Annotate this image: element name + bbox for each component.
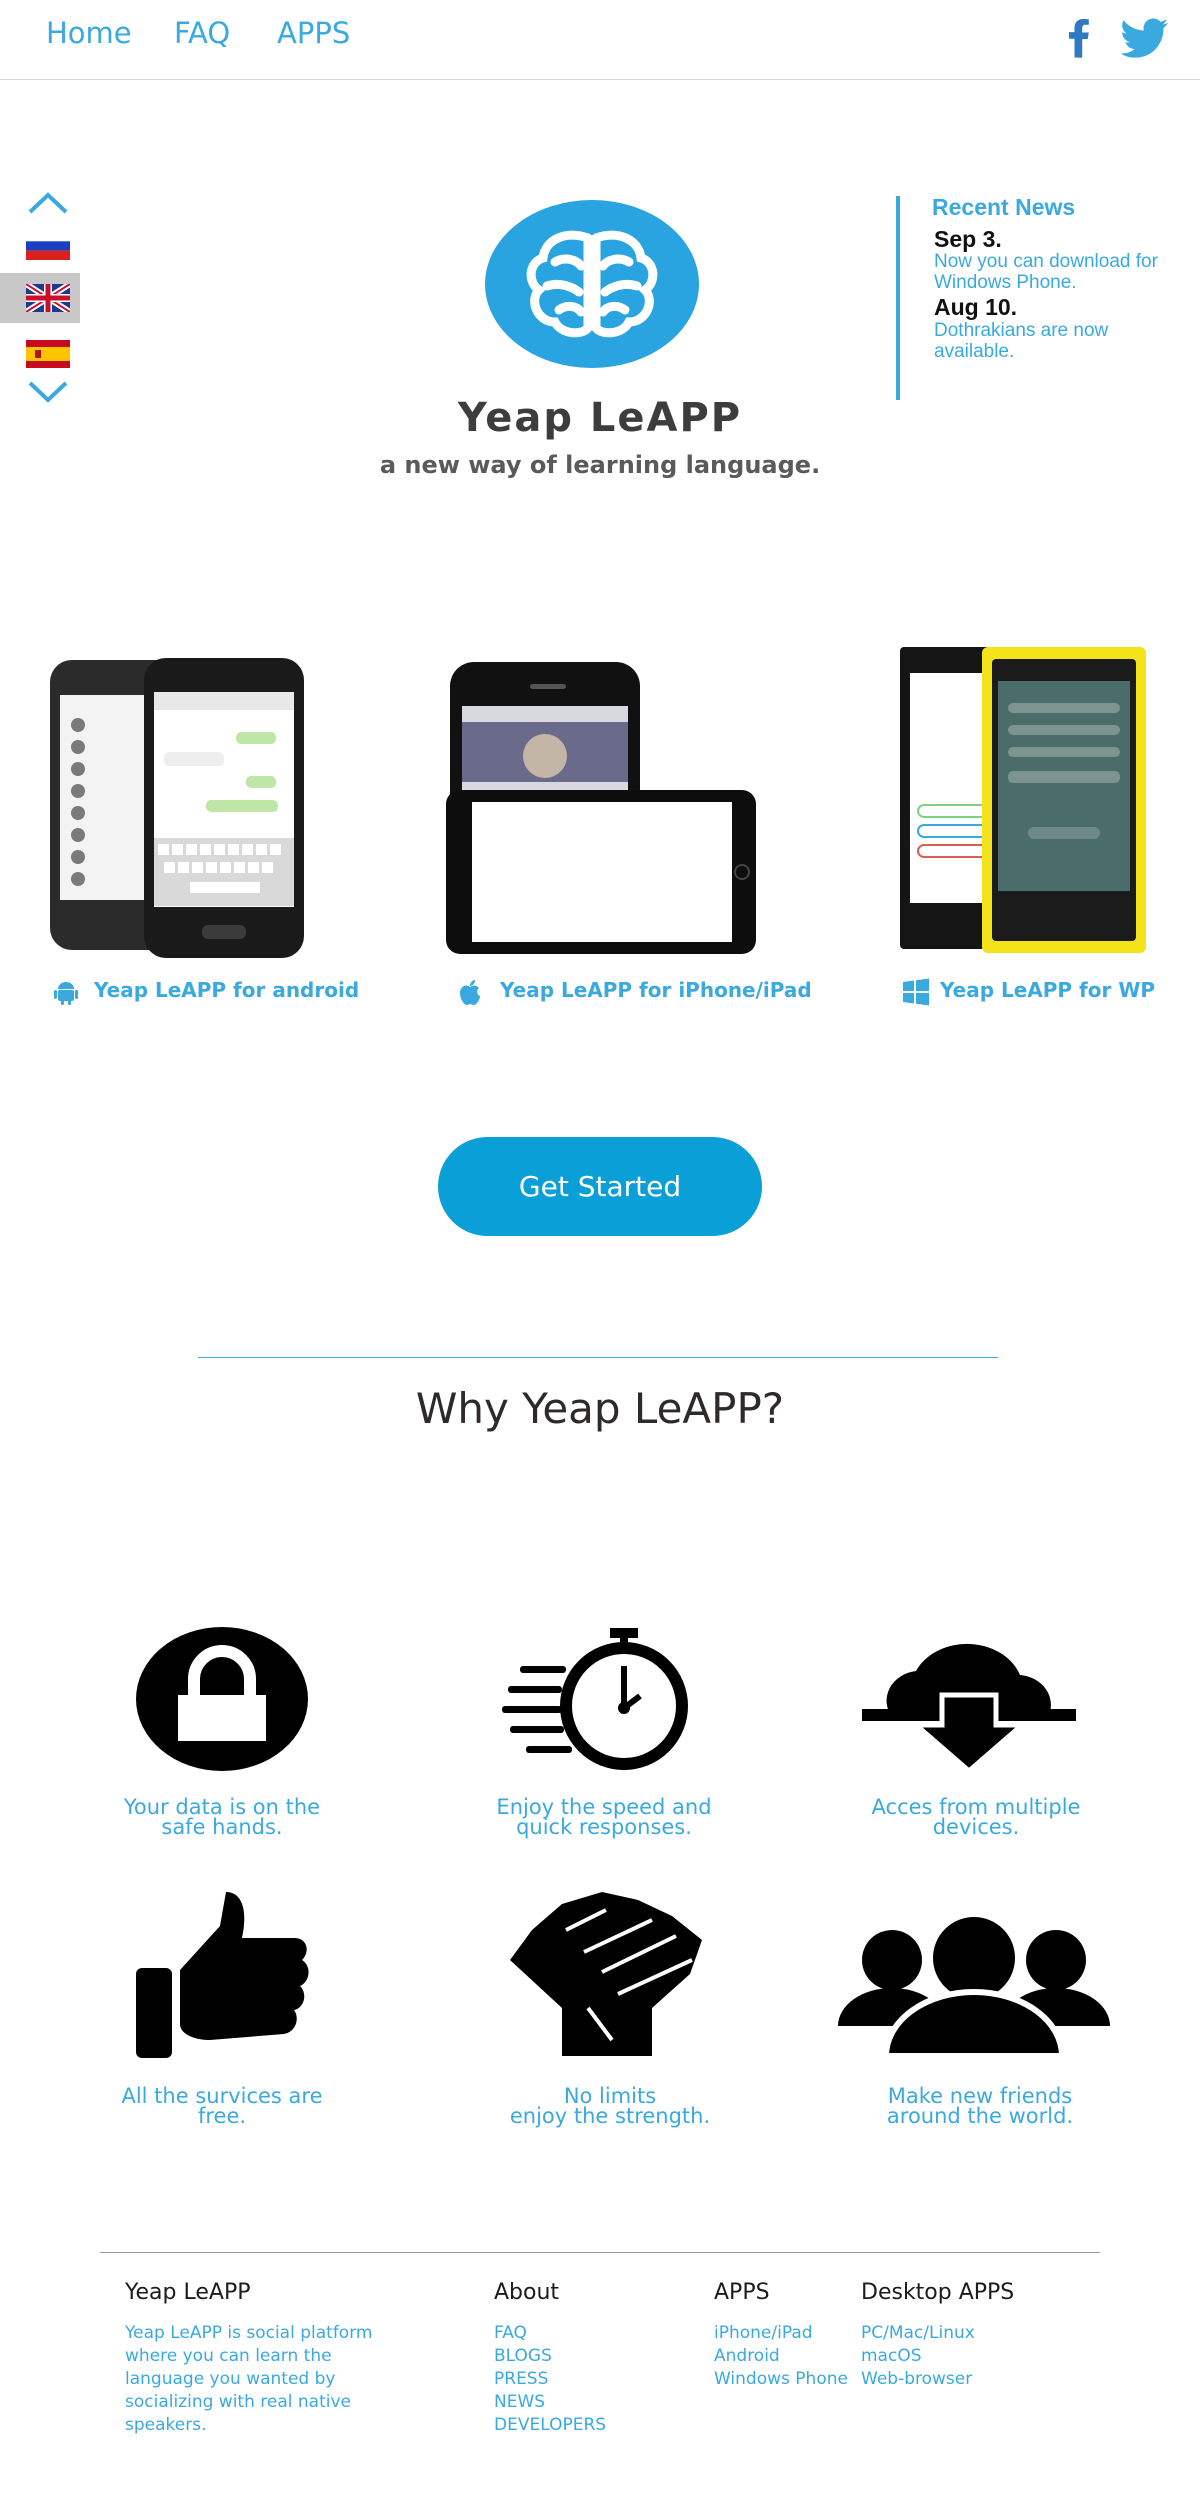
footer-link-developers[interactable]: DEVELOPERS	[494, 2414, 606, 2437]
android-app-link[interactable]: Yeap LeAPP for android	[94, 978, 359, 1002]
thumbs-up-icon	[136, 1892, 309, 2058]
stopwatch-icon	[502, 1628, 688, 1770]
fist-icon	[510, 1892, 702, 2056]
footer-link-iphone[interactable]: iPhone/iPad	[714, 2322, 813, 2345]
footer-link-macos[interactable]: macOS	[861, 2345, 922, 2368]
section-divider	[198, 1357, 998, 1358]
footer-apps-heading: APPS	[714, 2280, 770, 2305]
apple-icon	[460, 980, 480, 1005]
footer-link-faq[interactable]: FAQ	[494, 2322, 527, 2345]
feature-text: Acces from multiple devices.	[871, 1795, 1081, 1839]
brain-logo-icon	[485, 200, 699, 368]
lock-icon	[136, 1627, 308, 1771]
footer-brand-text: Yeap LeAPP is social platform where you …	[125, 2323, 373, 2435]
flag-uk-icon[interactable]	[26, 284, 70, 312]
footer-link-news[interactable]: NEWS	[494, 2391, 545, 2414]
feature-text: Your data is on the safe hands.	[123, 1795, 321, 1839]
android-phones-image	[50, 658, 304, 958]
people-icon	[838, 1911, 1110, 2056]
android-icon	[54, 982, 78, 1005]
news-date: Sep 3.	[934, 226, 1002, 252]
twitter-icon[interactable]	[1122, 16, 1170, 60]
feature-text: No limits enjoy the strength.	[509, 2084, 711, 2128]
flag-russia-icon[interactable]	[26, 232, 70, 260]
brand-title: Yeap LeAPP	[457, 395, 743, 441]
wp-app-link[interactable]: Yeap LeAPP for WP	[940, 978, 1155, 1002]
footer-about-heading: About	[494, 2280, 560, 2305]
footer-link-windows-phone[interactable]: Windows Phone	[714, 2368, 848, 2391]
cloud-download-icon	[862, 1643, 1076, 1773]
windows-phones-image	[900, 647, 1146, 953]
iphone-ipad-image	[446, 662, 756, 954]
footer-desktop-heading: Desktop APPS	[861, 2280, 1015, 2305]
iphone-app-link[interactable]: Yeap LeAPP for iPhone/iPad	[500, 978, 812, 1002]
feature-text: Make new friends around the world.	[886, 2084, 1074, 2128]
feature-text: Enjoy the speed and quick responses.	[496, 1795, 712, 1839]
chevron-up-icon[interactable]	[26, 190, 70, 216]
nav-apps-link[interactable]: APPS	[277, 16, 350, 50]
brand-tagline: a new way of learning language.	[379, 451, 821, 479]
footer-link-press[interactable]: PRESS	[494, 2368, 548, 2391]
news-heading: Recent News	[932, 194, 1076, 220]
footer-link-blogs[interactable]: BLOGS	[494, 2345, 552, 2368]
feature-text: All the survices are free.	[121, 2084, 323, 2128]
news-divider	[896, 196, 900, 400]
footer-divider	[100, 2252, 1100, 2253]
news-text[interactable]: Dothrakians are now available.	[934, 320, 1174, 362]
footer-link-android[interactable]: Android	[714, 2345, 780, 2368]
top-navbar: Home FAQ APPS	[0, 0, 1200, 80]
news-date: Aug 10.	[934, 294, 1018, 320]
facebook-icon[interactable]	[1058, 16, 1102, 60]
nav-faq-link[interactable]: FAQ	[174, 16, 230, 50]
footer-link-pc[interactable]: PC/Mac/Linux	[861, 2322, 975, 2345]
windows-icon	[903, 978, 929, 1006]
news-text[interactable]: Now you can download for Windows Phone.	[934, 251, 1174, 293]
why-heading: Why Yeap LeAPP?	[415, 1384, 785, 1433]
nav-home-link[interactable]: Home	[46, 16, 132, 50]
footer-brand-heading: Yeap LeAPP	[125, 2280, 251, 2305]
flag-spain-icon[interactable]	[26, 340, 70, 368]
footer-link-web-browser[interactable]: Web-browser	[861, 2368, 972, 2391]
get-started-button[interactable]: Get Started	[438, 1137, 762, 1236]
